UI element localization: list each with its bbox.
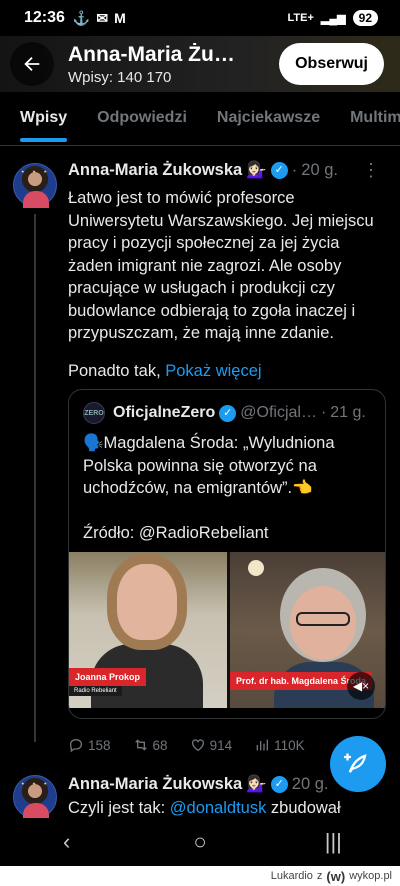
view-count: 110K: [274, 737, 305, 753]
profile-tabs: Wpisy Odpowiedzi Najciekawsze Multimedia: [0, 96, 400, 146]
video-panel-right: Prof. dr hab. Magdalena Środa ◀×: [227, 552, 385, 708]
post-more-line: Ponadto tak, Pokaż więcej: [68, 360, 386, 383]
lamp: [248, 560, 264, 576]
post-text: Łatwo jest to mówić profesorce Uniwersyt…: [68, 189, 374, 342]
post-text: Czyli jest tak: @donaldtusk zbudował: [68, 797, 386, 820]
like-button[interactable]: 914: [190, 737, 233, 753]
quoted-avatar: ZERO: [83, 402, 105, 424]
signal-icon: ▂▄▆: [320, 12, 346, 25]
repost-icon: [134, 739, 147, 751]
tab-media[interactable]: Multimedia: [350, 96, 400, 145]
status-bar: 12:36 ⚓ ✉ M LTE+ ▂▄▆ 92: [0, 0, 400, 36]
post-text-prefix: Czyli jest tak:: [68, 799, 170, 817]
back-nav-icon[interactable]: ‹: [37, 829, 97, 855]
wykop-logo: (w): [326, 868, 346, 884]
profile-name: Anna-Maria Żu…: [68, 42, 235, 66]
quoted-author: OficjalneZero: [113, 404, 216, 421]
video-panel-left: Joanna Prokop Radio Rebeliant: [69, 552, 227, 708]
thread-line: [34, 214, 36, 742]
quoted-source: Źródło: @RadioRebeliant: [83, 524, 269, 542]
compose-button[interactable]: [330, 736, 386, 792]
tab-replies[interactable]: Odpowiedzi: [97, 96, 187, 145]
arrow-left-icon: [24, 56, 40, 72]
tab-highlights[interactable]: Najciekawsze: [217, 96, 320, 145]
repost-button[interactable]: 68: [133, 737, 168, 753]
messenger-icon: ✉: [96, 9, 109, 26]
watermark-connector: z: [316, 870, 323, 882]
network-type: LTE+: [287, 12, 314, 24]
views-chart-icon: [256, 739, 269, 751]
gmail-icon: M: [114, 9, 126, 26]
follow-button[interactable]: Obserwuj: [279, 43, 384, 85]
author-name[interactable]: Anna-Maria Żukowska: [68, 775, 242, 794]
verified-badge-icon: ✓: [219, 404, 237, 422]
reply-icon: [69, 738, 83, 753]
name-caption: Joanna Prokop: [69, 668, 147, 686]
quoted-post[interactable]: ZERO OficjalneZero ✓ @Oficjal… · 21 g. 🗣…: [68, 389, 386, 719]
speaking-head-emoji: 🗣️: [83, 434, 104, 452]
post-more-prefix: Ponadto tak,: [68, 362, 166, 380]
like-count: 914: [209, 737, 233, 753]
home-nav-icon[interactable]: ○: [170, 829, 230, 855]
glasses: [296, 612, 350, 626]
reply-count: 158: [88, 737, 111, 753]
reply-button[interactable]: 158: [68, 737, 111, 753]
quoted-post-header: ZERO OficjalneZero ✓ @Oficjal… · 21 g.: [83, 402, 366, 424]
feather-plus-icon: [344, 753, 367, 773]
notification-app-icon: ⚓: [72, 9, 91, 26]
author-name[interactable]: Anna-Maria Żukowska: [68, 161, 242, 180]
show-more-link[interactable]: Pokaż więcej: [165, 362, 261, 380]
post-header: Anna-Maria Żukowska 💁🏻‍♀️ ✓ · 20 g.: [68, 161, 338, 180]
post-text-suffix: zbudował: [266, 799, 341, 817]
video-thumbnail[interactable]: Joanna Prokop Radio Rebeliant Prof. dr h…: [69, 552, 385, 708]
time-separator: ·: [291, 161, 298, 179]
watermark-bar: Lukardio z (w) wykop.pl: [0, 866, 400, 886]
post-count: Wpisy: 140 170: [68, 68, 172, 86]
views-button[interactable]: 110K: [254, 737, 305, 753]
mute-icon[interactable]: ◀×: [347, 672, 375, 700]
profile-header: Anna-Maria Żu… Wpisy: 140 170 Obserwuj: [0, 36, 400, 92]
name-subcaption: Radio Rebeliant: [69, 686, 122, 696]
back-button[interactable]: [10, 42, 54, 86]
post-header: Anna-Maria Żukowska 💁🏻‍♀️ ✓ 20 g.: [68, 775, 328, 794]
watermark-site: wykop.pl: [349, 870, 392, 882]
time-separator: ·: [320, 404, 327, 421]
system-nav-bar: ‹ ○ |||: [0, 818, 400, 866]
person-figure: [117, 564, 177, 640]
tab-posts[interactable]: Wpisy: [20, 96, 68, 145]
notification-icons: ⚓ ✉ M: [73, 10, 126, 27]
quoted-time: 21 g.: [330, 404, 366, 421]
post-time[interactable]: 20 g.: [292, 775, 329, 794]
quoted-handle: @Oficjal…: [240, 404, 317, 421]
more-options-icon[interactable]: ⋮: [362, 160, 380, 181]
verified-badge-icon: ✓: [270, 162, 288, 179]
verified-badge-icon: ✓: [270, 776, 288, 793]
recents-nav-icon[interactable]: |||: [303, 829, 363, 855]
avatar[interactable]: [13, 775, 57, 820]
status-time: 12:36: [24, 9, 65, 26]
post-time[interactable]: 20 g.: [301, 161, 338, 180]
battery-icon: 92: [352, 10, 378, 26]
author-emoji: 💁🏻‍♀️: [246, 775, 267, 793]
quoted-text: 🗣️Magdalena Środa: „Wyludniona Polska po…: [83, 432, 375, 545]
watermark-user: Lukardio: [270, 870, 313, 882]
repost-count: 68: [152, 737, 168, 753]
mention-link[interactable]: @donaldtusk: [170, 799, 267, 817]
author-emoji: 💁🏻‍♀️: [246, 161, 267, 179]
heart-icon: [191, 739, 204, 752]
pointing-emoji: 👈: [292, 479, 313, 497]
avatar[interactable]: [13, 163, 57, 208]
